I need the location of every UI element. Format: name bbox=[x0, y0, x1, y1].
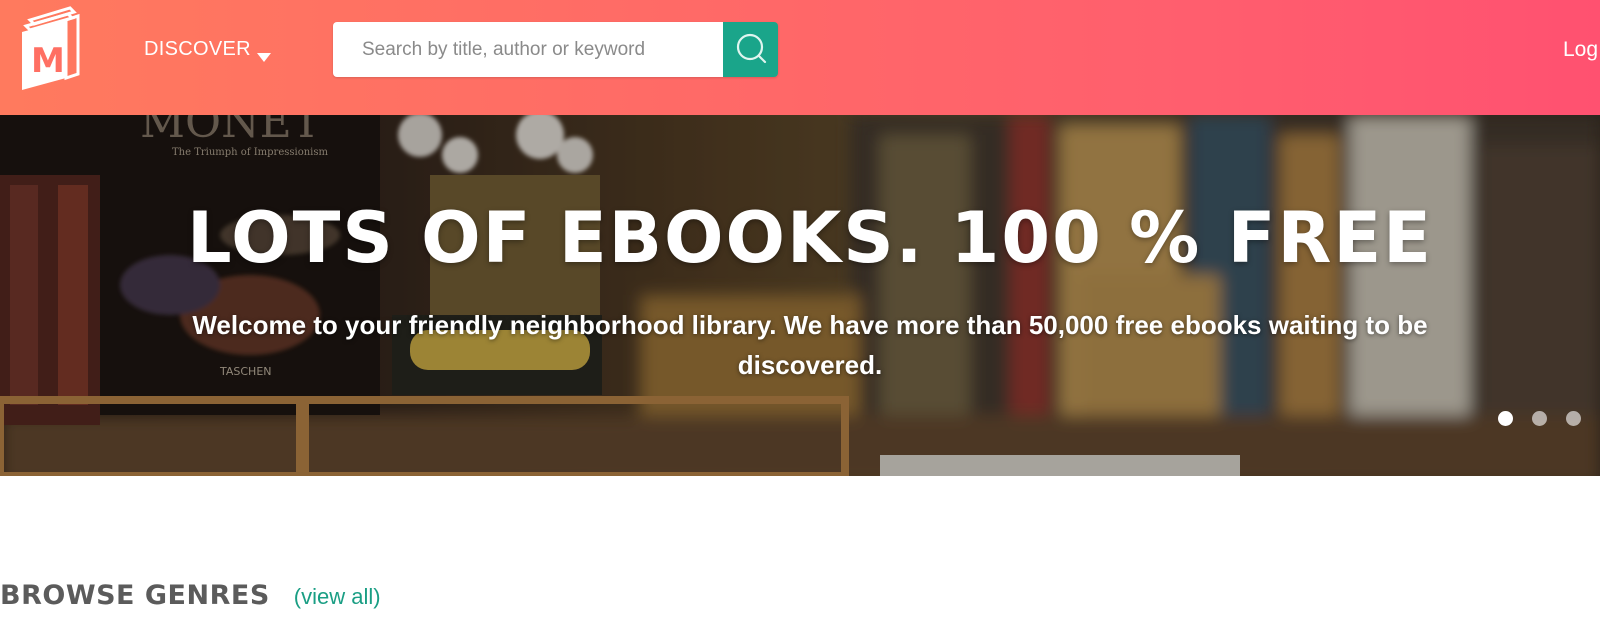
search-input[interactable] bbox=[333, 22, 723, 77]
logo-letter: M bbox=[31, 41, 65, 81]
hero-title: LOTS OF EBOOKS. 100 % FREE bbox=[187, 197, 1433, 279]
carousel-dot-3[interactable] bbox=[1566, 411, 1581, 426]
carousel-dot-2[interactable] bbox=[1532, 411, 1547, 426]
hero-background-image: MONET The Triumph of Impressionism TASCH… bbox=[0, 115, 1600, 476]
view-all-genres-link[interactable]: (view all) bbox=[294, 584, 381, 610]
site-header: M DISCOVER Log bbox=[0, 0, 1600, 115]
discover-label: DISCOVER bbox=[144, 37, 251, 60]
hero-subtitle: Welcome to your friendly neighborhood li… bbox=[192, 310, 1428, 380]
carousel-dot-1[interactable] bbox=[1498, 411, 1513, 426]
search-icon bbox=[734, 31, 768, 68]
browse-genres-title: BROWSE GENRES bbox=[0, 580, 270, 611]
browse-genres-section: BROWSE GENRES (view all) bbox=[0, 580, 381, 611]
carousel-indicators bbox=[1498, 411, 1581, 426]
search-bar bbox=[333, 22, 778, 77]
search-button[interactable] bbox=[723, 22, 778, 77]
discover-menu[interactable]: DISCOVER bbox=[144, 36, 271, 62]
login-link[interactable]: Log bbox=[1563, 38, 1598, 62]
caret-down-icon bbox=[256, 46, 271, 62]
hero-banner: MONET The Triumph of Impressionism TASCH… bbox=[0, 115, 1600, 476]
book-logo-icon[interactable]: M bbox=[16, 6, 86, 94]
